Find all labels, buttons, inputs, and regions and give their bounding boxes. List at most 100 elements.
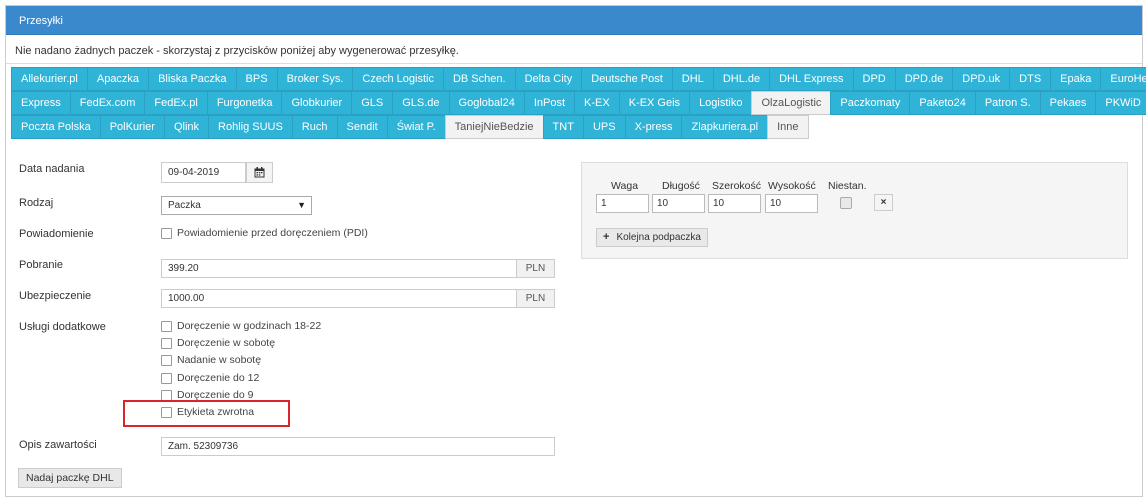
carrier-tab[interactable]: Poczta Polska (11, 115, 101, 139)
carrier-tab[interactable]: DTS (1009, 67, 1052, 91)
insurance-currency: PLN (517, 289, 555, 308)
dropdown-arrow-icon: ▼ (297, 200, 306, 210)
carrier-tab[interactable]: Delta City (514, 67, 583, 91)
carrier-tab[interactable]: Deutsche Post (581, 67, 673, 91)
extra-checkbox[interactable] (161, 389, 172, 401)
carrier-tab[interactable]: Inne (767, 115, 809, 139)
carrier-tab[interactable]: Paketo24 (909, 91, 976, 115)
extra-option-row[interactable]: Doręczenie w godzinach 18-22 (161, 320, 321, 332)
height-input[interactable]: 10 (765, 194, 818, 213)
carrier-tabs: Allekurier.pl Apaczka Bliska Paczka BPS Brok… (11, 67, 1146, 139)
close-icon: × (880, 197, 887, 208)
extra-option-row[interactable]: Doręczenie w sobotę (161, 337, 275, 349)
carrier-tab[interactable]: Czech Logistic (352, 67, 444, 91)
carrier-tab[interactable]: Świat P. (386, 115, 446, 139)
insurance-input[interactable]: 1000.00 (161, 289, 517, 308)
extra-option-label: Doręczenie w sobotę (177, 337, 276, 349)
carrier-tab[interactable]: Patron S. (974, 91, 1041, 115)
extra-checkbox[interactable] (161, 372, 172, 384)
carrier-tab[interactable]: DPD.de (894, 67, 954, 91)
cod-label: Pobranie (19, 259, 64, 271)
date-input[interactable] (161, 162, 246, 183)
type-select-value: Paczka (168, 200, 201, 211)
carrier-tab[interactable]: FedEx.com (69, 91, 146, 115)
carrier-tab[interactable]: Apaczka (86, 67, 150, 91)
carrier-tab[interactable]: Rohlig SUUS (208, 115, 293, 139)
carrier-tab[interactable]: K-EX (574, 91, 620, 115)
contents-input[interactable]: Zam. 52309736 (161, 437, 555, 456)
carrier-tab[interactable]: DHL Express (769, 67, 854, 91)
carrier-tab[interactable]: Sendit (336, 115, 388, 139)
carrier-tab[interactable]: EuroHermes (1100, 67, 1146, 91)
extra-checkbox[interactable] (161, 320, 172, 332)
length-input[interactable]: 10 (652, 194, 705, 213)
extra-checkbox[interactable] (161, 354, 172, 366)
carrier-tab[interactable]: DHL.de (712, 67, 771, 91)
width-header: Szerokość (712, 180, 762, 192)
carrier-tab[interactable]: DHL (671, 67, 714, 91)
carrier-tab[interactable]: Furgonetka (206, 91, 283, 115)
carrier-tab[interactable]: DPD.uk (952, 67, 1011, 91)
pdi-checkbox[interactable] (161, 227, 172, 239)
carrier-tab[interactable]: PKWiD (1095, 91, 1146, 115)
highlight-box (123, 400, 290, 427)
nonstandard-checkbox[interactable] (840, 197, 852, 209)
carrier-tab[interactable]: BPS (235, 67, 278, 91)
extras-label: Usługi dodatkowe (19, 321, 106, 333)
carrier-tab[interactable]: K-EX Geis (618, 91, 691, 115)
carrier-tab[interactable]: OlzaLogistic (751, 91, 832, 115)
carrier-tab[interactable]: Broker Sys. (276, 67, 354, 91)
add-subpackage-button[interactable]: + Kolejna podpaczka (596, 228, 708, 247)
tab-row: Express FedEx.com FedEx.pl Furgonetka Globku… (11, 91, 1146, 115)
carrier-tab[interactable]: Paczkomaty (830, 91, 911, 115)
carrier-tab[interactable]: GLS.de (392, 91, 450, 115)
type-label: Rodzaj (19, 197, 54, 209)
carrier-tab[interactable]: Express (11, 91, 71, 115)
carrier-tab[interactable]: Bliska Paczka (148, 67, 237, 91)
pdi-checkbox-row[interactable]: Powiadomienie przed doręczeniem (PDI) (161, 227, 368, 239)
add-subpackage-label: Kolejna podpaczka (616, 232, 701, 243)
carrier-tab[interactable]: Epaka (1050, 67, 1102, 91)
cod-input[interactable]: 399.20 (161, 259, 517, 278)
panel-title: Przesyłki (6, 6, 1142, 35)
carrier-tab[interactable]: TNT (542, 115, 584, 139)
extra-option-label: Doręczenie do 12 (177, 372, 260, 384)
carrier-tab[interactable]: Zlapkuriera.pl (681, 115, 769, 139)
extra-option-row[interactable]: Nadanie w sobotę (161, 354, 261, 366)
calendar-button[interactable] (246, 162, 273, 183)
carrier-tab[interactable]: FedEx.pl (144, 91, 208, 115)
carrier-tab[interactable]: Logistiko (689, 91, 753, 115)
carrier-tab[interactable]: Qlink (163, 115, 210, 139)
contents-label: Opis zawartości (19, 439, 97, 451)
extra-checkbox[interactable] (161, 337, 172, 349)
carrier-tab[interactable]: DB Schen. (442, 67, 516, 91)
calendar-icon (254, 167, 265, 178)
type-select[interactable]: Paczka ▼ (161, 196, 312, 215)
carrier-tab[interactable]: DPD (852, 67, 896, 91)
plus-icon: + (603, 231, 610, 243)
carrier-tab[interactable]: PolKurier (99, 115, 165, 139)
carrier-tab[interactable]: Allekurier.pl (11, 67, 88, 91)
length-header: Długość (662, 180, 700, 192)
carrier-tab[interactable]: X-press (624, 115, 683, 139)
extra-option-label: Doręczenie w godzinach 18-22 (177, 320, 322, 332)
tab-row: Poczta Polska PolKurier Qlink Rohlig SUUS Ru… (11, 115, 1101, 139)
carrier-tab[interactable]: Globkurier (281, 91, 353, 115)
insurance-label: Ubezpieczenie (19, 290, 92, 302)
send-dhl-button[interactable]: Nadaj paczkę DHL (18, 468, 122, 488)
package-dimensions-panel: Waga Długość Szerokość Wysokość Niestan.… (581, 162, 1128, 259)
carrier-tab[interactable]: Ruch (291, 115, 338, 139)
remove-package-button[interactable]: × (874, 194, 893, 211)
cod-currency: PLN (517, 259, 555, 278)
carrier-tab[interactable]: UPS (582, 115, 626, 139)
extra-option-row[interactable]: Doręczenie do 12 (161, 372, 259, 384)
pdi-checkbox-label: Powiadomienie przed doręczeniem (PDI) (177, 227, 368, 239)
carrier-tab[interactable]: InPost (523, 91, 576, 115)
weight-input[interactable]: 1 (596, 194, 649, 213)
carrier-tab[interactable]: GLS (351, 91, 394, 115)
width-input[interactable]: 10 (708, 194, 761, 213)
notification-label: Powiadomienie (19, 228, 94, 240)
carrier-tab[interactable]: Goglobal24 (448, 91, 525, 115)
carrier-tab[interactable]: Pekaes (1039, 91, 1097, 115)
carrier-tab[interactable]: TaniejNieBedzie (444, 115, 544, 139)
